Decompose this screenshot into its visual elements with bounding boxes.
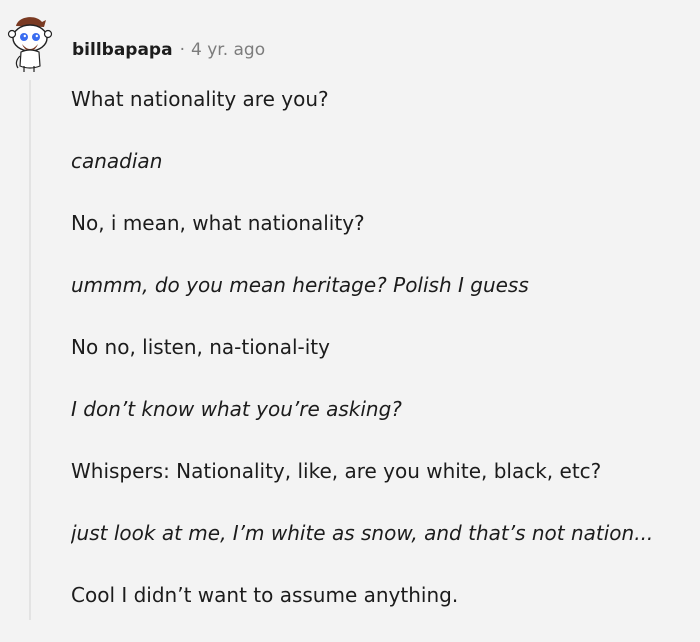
comment-line: No no, listen, na-tional-ity: [71, 335, 330, 359]
comment-line: No, i mean, what nationality?: [71, 211, 365, 235]
reddit-snoo-avatar-icon: [7, 17, 53, 72]
comment-line: What nationality are you?: [71, 87, 329, 111]
meta-separator: ·: [179, 40, 185, 60]
timestamp-link[interactable]: 4 yr. ago: [191, 40, 265, 60]
comment-line: canadian: [71, 149, 163, 173]
comment-meta: billbapapa · 4 yr. ago: [72, 36, 265, 64]
comment-line: just look at me, I’m white as snow, and …: [71, 521, 654, 545]
comment-line: ummm, do you mean heritage? Polish I gue…: [71, 273, 529, 297]
avatar[interactable]: [6, 14, 54, 74]
comment-line: Whispers: Nationality, like, are you whi…: [71, 459, 602, 483]
comment-body: What nationality are you? canadian No, i…: [71, 84, 691, 642]
comment-line: Cool I didn’t want to assume anything.: [71, 583, 459, 607]
thread-line[interactable]: [29, 80, 31, 620]
username-link[interactable]: billbapapa: [72, 40, 173, 60]
comment: billbapapa · 4 yr. ago What nationality …: [0, 0, 700, 620]
comment-line: I don’t know what you’re asking?: [71, 397, 402, 421]
